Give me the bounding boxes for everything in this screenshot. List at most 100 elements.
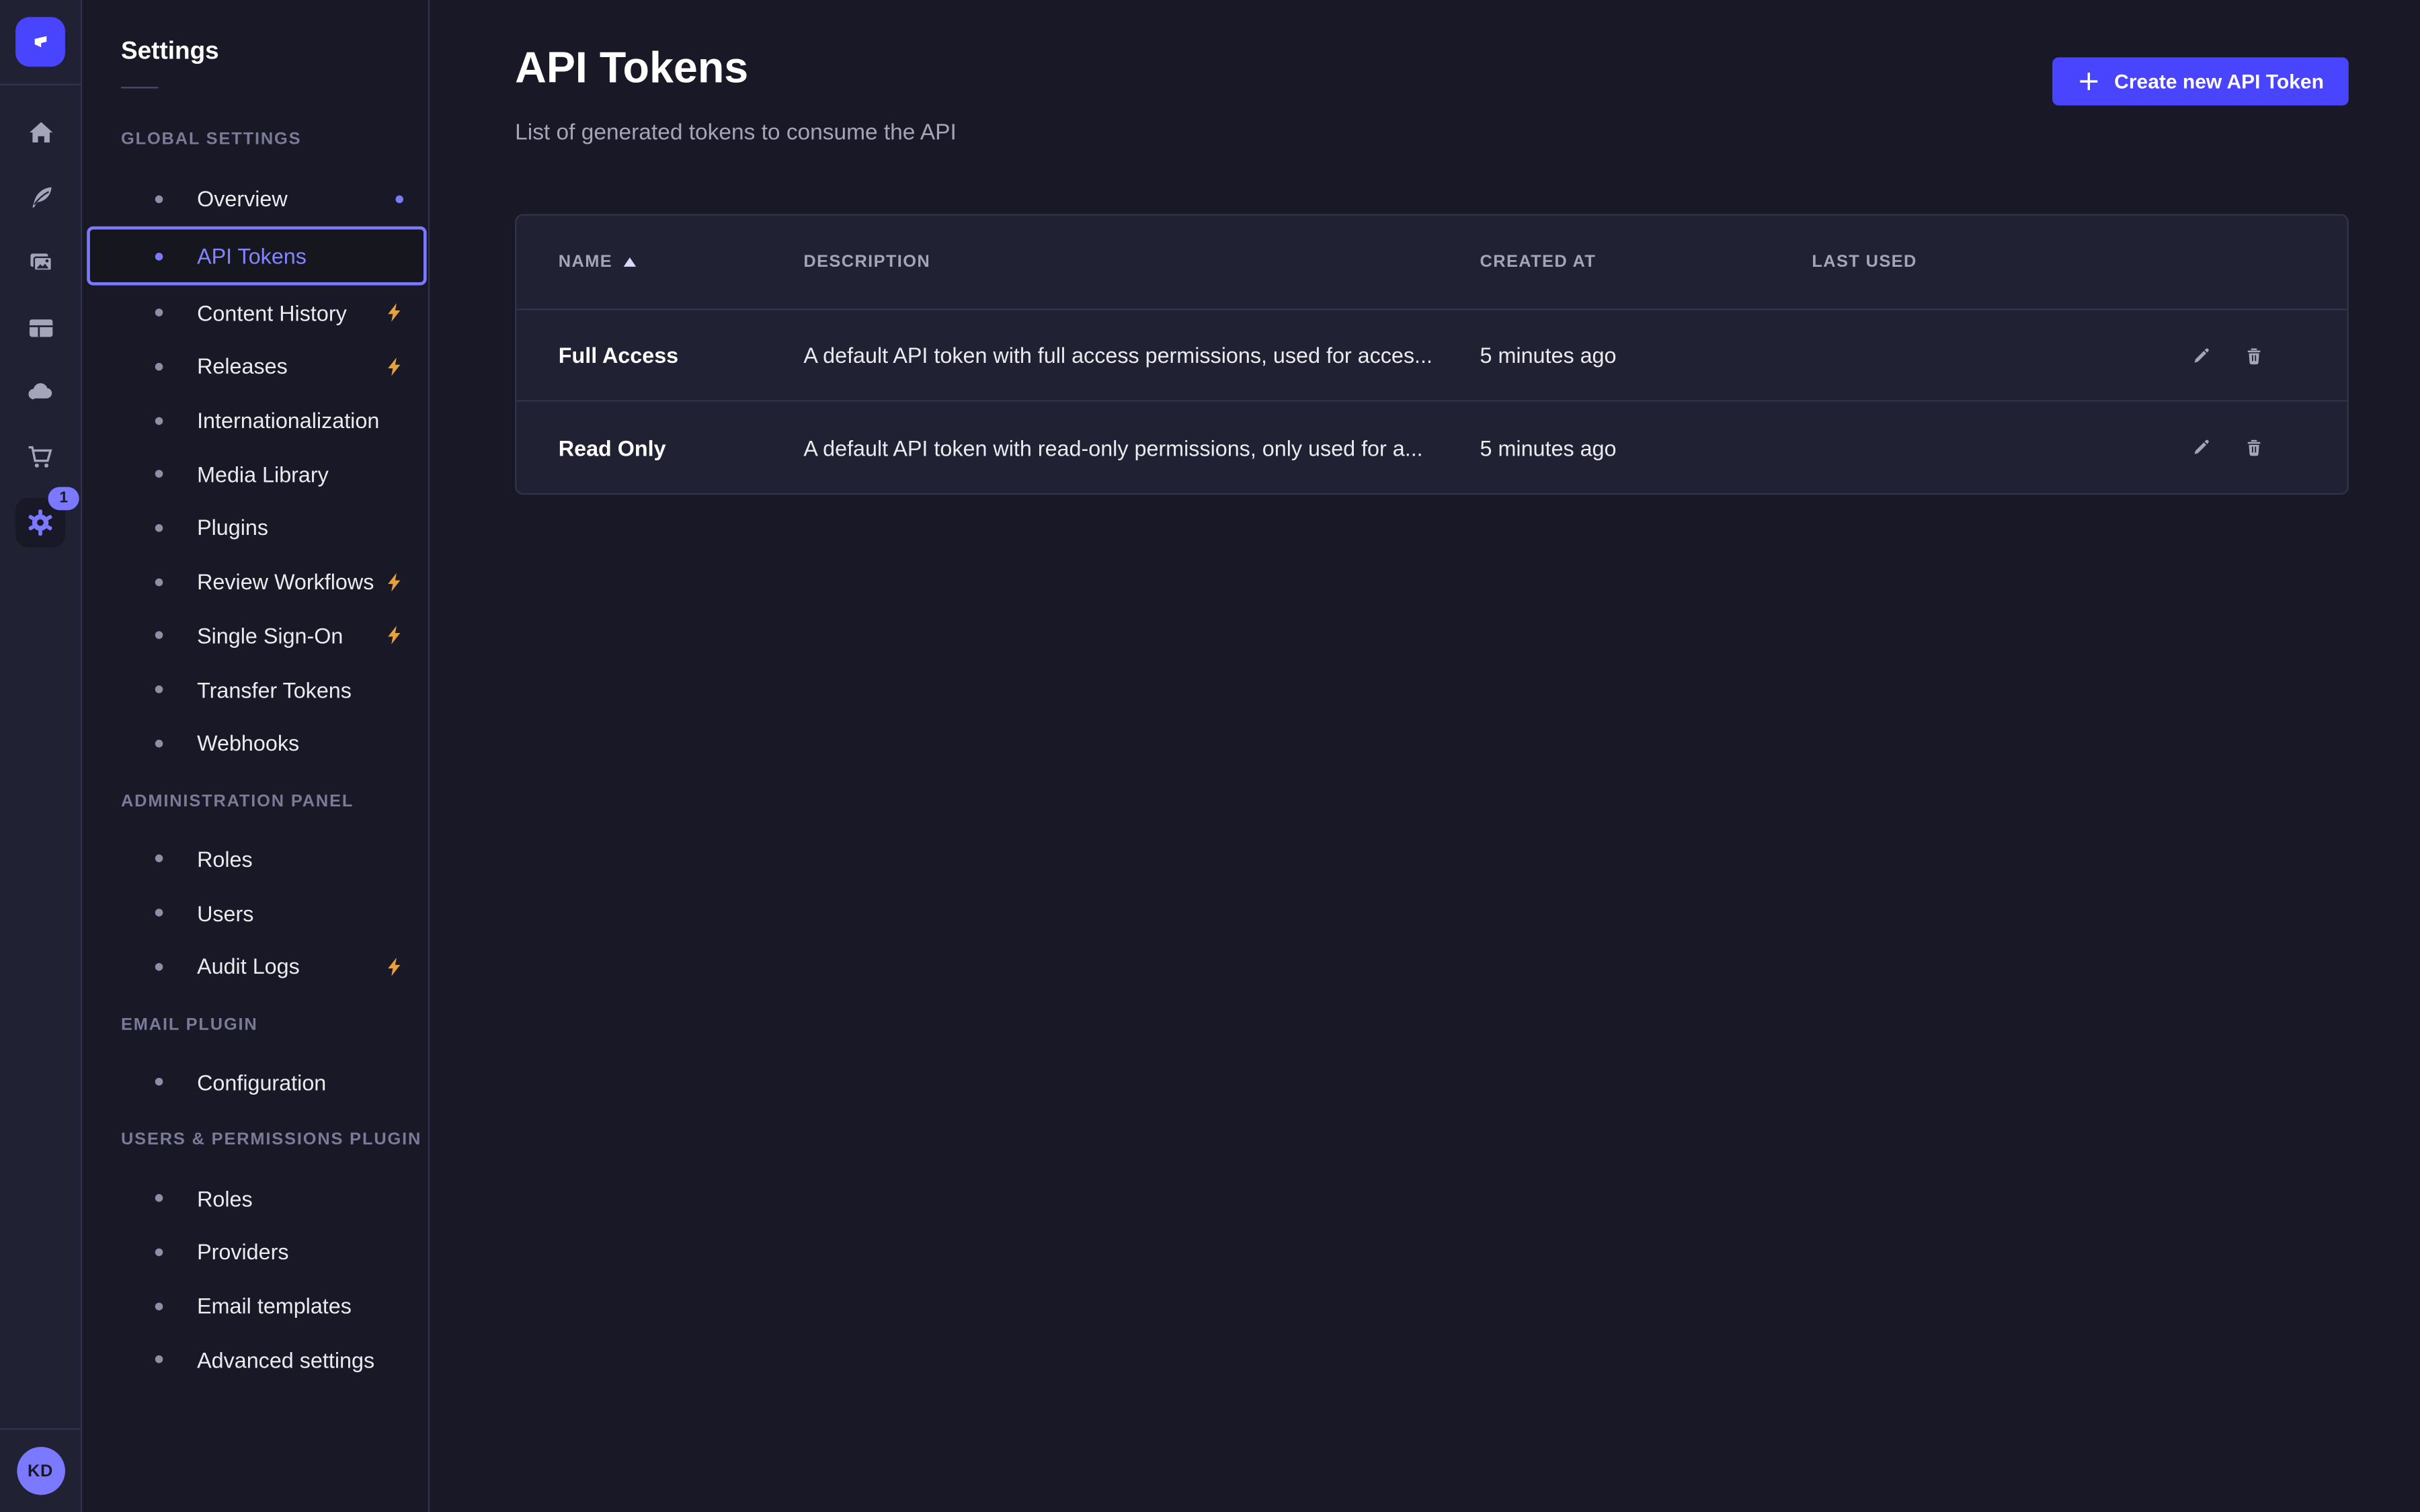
table-row[interactable]: Full Access A default API token with ful… bbox=[516, 310, 2347, 401]
bullet-icon bbox=[155, 524, 163, 532]
main-content: API Tokens List of generated tokens to c… bbox=[430, 0, 2420, 1512]
lightning-bolt-icon bbox=[387, 303, 403, 323]
cloud-icon[interactable] bbox=[15, 368, 65, 417]
bullet-icon bbox=[155, 685, 163, 694]
bullet-icon bbox=[155, 1194, 163, 1202]
sidebar-item-admin-roles[interactable]: Roles bbox=[82, 832, 428, 886]
bullet-icon bbox=[155, 195, 163, 203]
subnav-title-divider bbox=[121, 87, 158, 88]
sidebar-item-admin-users[interactable]: Users bbox=[82, 886, 428, 939]
sidebar-item-advanced-settings[interactable]: Advanced settings bbox=[82, 1333, 428, 1386]
bullet-icon bbox=[155, 1248, 163, 1256]
page-subtitle: List of generated tokens to consume the … bbox=[515, 121, 2349, 147]
token-description: A default API token with read-only permi… bbox=[803, 435, 1480, 460]
strapi-admin-app: 1 KD Settings GLOBAL SETTINGS Overview A… bbox=[0, 0, 2420, 1512]
bullet-icon bbox=[155, 1302, 163, 1310]
bullet-icon bbox=[155, 417, 163, 425]
lightning-bolt-icon bbox=[387, 357, 403, 377]
bullet-icon bbox=[155, 309, 163, 317]
token-name: Full Access bbox=[559, 343, 804, 368]
section-label-email-plugin: EMAIL PLUGIN bbox=[121, 1015, 428, 1036]
trash-icon bbox=[2245, 437, 2263, 458]
plus-icon bbox=[2077, 70, 2101, 93]
strapi-logo[interactable] bbox=[15, 17, 65, 67]
sidebar-item-media-library[interactable]: Media Library bbox=[82, 448, 428, 501]
marketplace-cart-icon[interactable] bbox=[15, 433, 65, 482]
lightning-bolt-icon bbox=[387, 956, 403, 976]
settings-notification-badge: 1 bbox=[48, 487, 79, 511]
bullet-icon bbox=[155, 739, 163, 747]
token-description: A default API token with full access per… bbox=[803, 343, 1480, 368]
column-header-created-at: CREATED AT bbox=[1480, 253, 1812, 271]
create-api-token-label: Create new API Token bbox=[2114, 70, 2324, 93]
bullet-icon bbox=[155, 252, 163, 260]
nav-email-plugin: Configuration bbox=[82, 1056, 428, 1109]
create-api-token-button[interactable]: Create new API Token bbox=[2052, 57, 2349, 106]
column-header-name[interactable]: NAME bbox=[559, 253, 804, 271]
sidebar-item-releases[interactable]: Releases bbox=[82, 340, 428, 394]
sidebar-item-email-configuration[interactable]: Configuration bbox=[82, 1056, 428, 1109]
edit-token-button[interactable] bbox=[2183, 337, 2220, 374]
workspace-rail: 1 KD bbox=[0, 0, 82, 1512]
bullet-icon bbox=[155, 963, 163, 971]
sidebar-item-review-workflows[interactable]: Review Workflows bbox=[82, 555, 428, 609]
sidebar-item-email-templates[interactable]: Email templates bbox=[82, 1279, 428, 1333]
user-avatar[interactable]: KD bbox=[16, 1447, 65, 1495]
sidebar-item-overview[interactable]: Overview bbox=[82, 172, 428, 226]
settings-subnav: Settings GLOBAL SETTINGS Overview API To… bbox=[82, 0, 430, 1512]
section-label-administration-panel: ADMINISTRATION PANEL bbox=[121, 792, 428, 812]
lightning-bolt-icon bbox=[387, 572, 403, 592]
table-header-row: NAME DESCRIPTION CREATED AT LAST USED bbox=[516, 216, 2347, 310]
section-label-global-settings: GLOBAL SETTINGS bbox=[121, 130, 428, 151]
bullet-icon bbox=[155, 578, 163, 586]
media-library-icon[interactable] bbox=[15, 237, 65, 287]
sidebar-item-internationalization[interactable]: Internationalization bbox=[82, 394, 428, 448]
notification-dot-icon bbox=[395, 195, 403, 203]
edit-token-button[interactable] bbox=[2183, 429, 2220, 466]
sidebar-item-content-history[interactable]: Content History bbox=[82, 286, 428, 339]
home-icon[interactable] bbox=[15, 107, 65, 157]
sidebar-item-api-tokens[interactable]: API Tokens bbox=[87, 226, 426, 286]
rail-icon-list: 1 bbox=[15, 85, 65, 548]
sidebar-item-up-roles[interactable]: Roles bbox=[82, 1171, 428, 1225]
sidebar-item-providers[interactable]: Providers bbox=[82, 1225, 428, 1279]
row-actions bbox=[2130, 337, 2347, 374]
content-type-builder-icon[interactable] bbox=[15, 302, 65, 352]
bullet-icon bbox=[155, 1079, 163, 1087]
token-created-at: 5 minutes ago bbox=[1480, 435, 1812, 460]
table-row[interactable]: Read Only A default API token with read-… bbox=[516, 401, 2347, 493]
bullet-icon bbox=[155, 1355, 163, 1363]
sidebar-item-audit-logs[interactable]: Audit Logs bbox=[82, 939, 428, 993]
content-manager-feather-icon[interactable] bbox=[15, 172, 65, 222]
column-header-last-used: LAST USED bbox=[1812, 253, 2130, 271]
nav-users-permissions-plugin: Roles Providers Email templates Advanced… bbox=[82, 1171, 428, 1386]
subnav-title: Settings bbox=[121, 37, 428, 67]
bullet-icon bbox=[155, 909, 163, 917]
row-actions bbox=[2130, 429, 2347, 466]
delete-token-button[interactable] bbox=[2235, 337, 2272, 374]
bullet-icon bbox=[155, 855, 163, 863]
rail-bottom: KD bbox=[0, 1428, 81, 1512]
trash-icon bbox=[2245, 345, 2263, 366]
delete-token-button[interactable] bbox=[2235, 429, 2272, 466]
pencil-icon bbox=[2192, 345, 2211, 366]
sidebar-item-transfer-tokens[interactable]: Transfer Tokens bbox=[82, 663, 428, 716]
column-header-description: DESCRIPTION bbox=[803, 253, 1480, 271]
section-label-users-permissions-plugin: USERS & PERMISSIONS PLUGIN bbox=[121, 1131, 428, 1151]
sidebar-item-single-sign-on[interactable]: Single Sign-On bbox=[82, 609, 428, 663]
bullet-icon bbox=[155, 363, 163, 371]
strapi-logo-icon bbox=[28, 30, 53, 54]
lightning-bolt-icon bbox=[387, 626, 403, 646]
sidebar-item-webhooks[interactable]: Webhooks bbox=[82, 716, 428, 770]
bullet-icon bbox=[155, 470, 163, 478]
token-created-at: 5 minutes ago bbox=[1480, 343, 1812, 368]
bullet-icon bbox=[155, 632, 163, 640]
api-tokens-table-card: NAME DESCRIPTION CREATED AT LAST USED Fu… bbox=[515, 214, 2349, 494]
settings-gear-icon[interactable]: 1 bbox=[15, 498, 65, 548]
nav-administration-panel: Roles Users Audit Logs bbox=[82, 832, 428, 993]
sidebar-item-plugins[interactable]: Plugins bbox=[82, 501, 428, 555]
pencil-icon bbox=[2192, 437, 2211, 458]
nav-global-settings: Overview API Tokens Content History Rele… bbox=[82, 172, 428, 770]
sort-ascending-icon bbox=[623, 257, 635, 267]
token-name: Read Only bbox=[559, 435, 804, 460]
